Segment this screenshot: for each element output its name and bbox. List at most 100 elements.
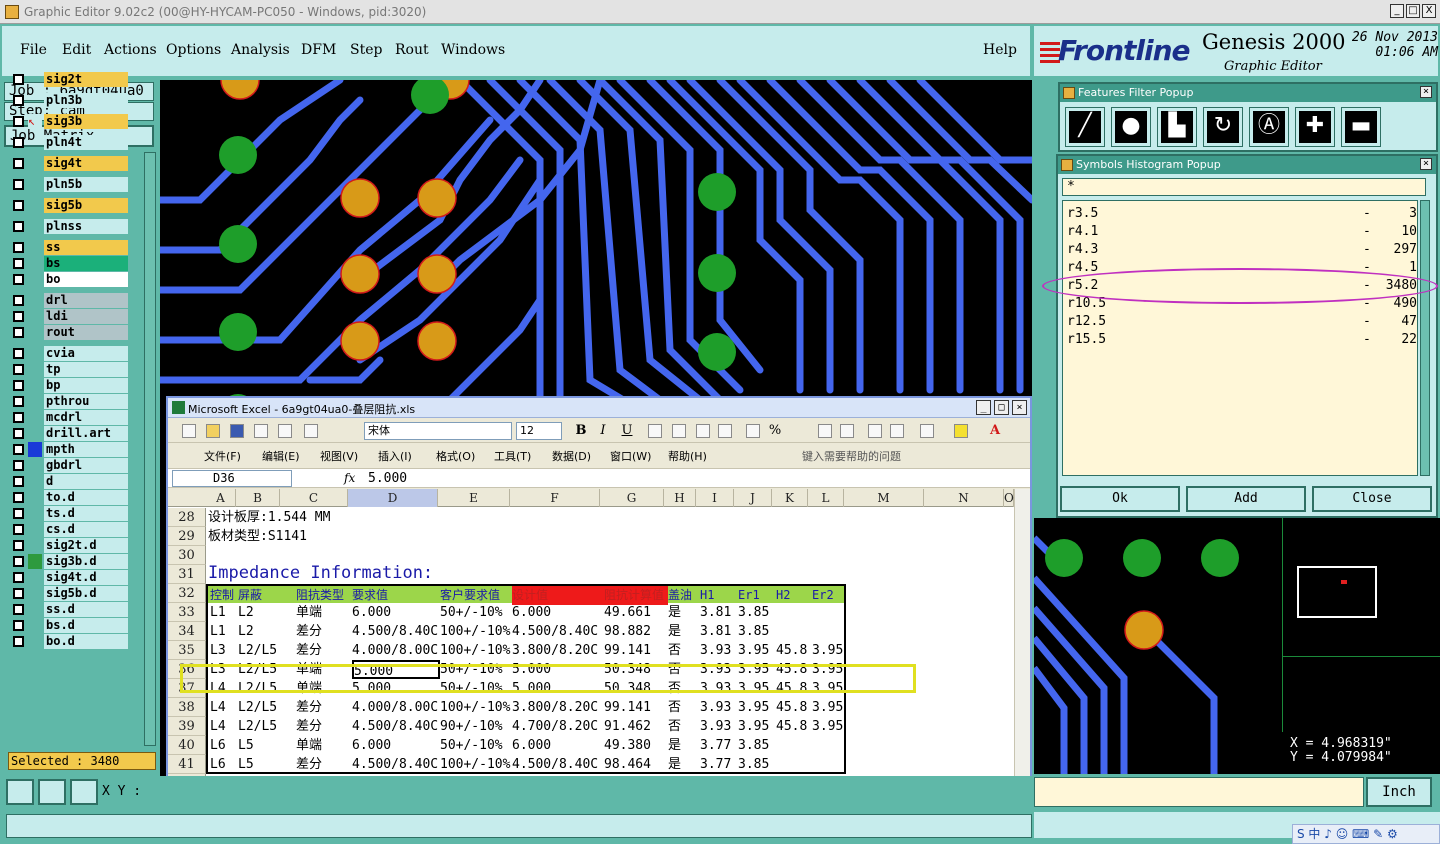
table-cell[interactable] (776, 755, 812, 774)
table-cell[interactable]: 50+/-10% (440, 736, 512, 755)
new-icon[interactable] (182, 424, 196, 438)
fill-color-icon[interactable] (954, 424, 968, 438)
table-cell[interactable]: 98.882 (604, 622, 668, 641)
table-cell[interactable]: 是 (668, 603, 700, 622)
table-cell[interactable]: 45.8 (776, 717, 812, 736)
table-cell[interactable]: 6.000 (352, 603, 440, 622)
table-cell[interactable]: 3.85 (738, 755, 776, 774)
table-cell[interactable]: 4.000/8.00C (352, 641, 440, 660)
borders-icon[interactable] (920, 424, 934, 438)
layer-checkbox[interactable] (13, 158, 24, 169)
layer-checkbox[interactable] (13, 258, 24, 269)
text-tool-icon[interactable]: Ⓐ (1249, 107, 1289, 147)
percent-button[interactable]: % (766, 423, 784, 438)
layer-checkbox[interactable] (13, 116, 24, 127)
column-header[interactable]: O (1004, 489, 1014, 507)
layer-name[interactable]: ldi (44, 309, 128, 324)
table-cell[interactable]: 3.95 (812, 641, 848, 660)
fx-icon[interactable]: fx (344, 471, 355, 485)
layer-row[interactable]: ldi (10, 309, 128, 324)
table-cell[interactable]: 3.95 (738, 641, 776, 660)
column-header[interactable]: C (280, 489, 348, 507)
layer-checkbox[interactable] (13, 540, 24, 551)
permission-icon[interactable] (254, 424, 268, 438)
layer-row[interactable]: sig3b.d (10, 554, 128, 569)
layer-name[interactable]: bs.d (44, 618, 128, 633)
layer-row[interactable]: sig5b.d (10, 586, 128, 601)
layer-name[interactable]: pthrou (44, 394, 128, 409)
email-icon[interactable] (278, 424, 292, 438)
graphic-canvas-right[interactable] (1034, 518, 1282, 774)
excel-maximize[interactable]: □ (994, 400, 1009, 415)
layer-name[interactable]: drill.art (44, 426, 128, 441)
table-cell[interactable]: 3.800/8.20C (512, 641, 604, 660)
layer-color-swatch[interactable] (28, 198, 42, 213)
column-header[interactable]: L (808, 489, 844, 507)
layer-color-swatch[interactable] (28, 554, 42, 569)
table-cell[interactable]: 单端 (296, 736, 352, 755)
layer-checkbox[interactable] (13, 476, 24, 487)
layer-name[interactable]: tp (44, 362, 128, 377)
table-cell[interactable]: 99.141 (604, 641, 668, 660)
layer-name[interactable]: bo.d (44, 634, 128, 649)
histogram-scrollbar[interactable] (1420, 200, 1430, 476)
font-size-select[interactable]: 12 (516, 422, 562, 440)
layer-color-swatch[interactable] (28, 272, 42, 287)
layer-row[interactable]: sig4t (10, 156, 128, 171)
table-cell[interactable]: 49.661 (604, 603, 668, 622)
units-selector[interactable]: Inch (1366, 777, 1432, 807)
layer-checkbox[interactable] (13, 364, 24, 375)
histogram-close-x[interactable]: × (1420, 158, 1432, 170)
layer-checkbox[interactable] (13, 74, 24, 85)
layer-checkbox[interactable] (13, 444, 24, 455)
save-icon[interactable] (230, 424, 244, 438)
table-cell[interactable] (812, 755, 848, 774)
table-cell[interactable]: 否 (668, 641, 700, 660)
layer-name[interactable]: ss.d (44, 602, 128, 617)
layer-checkbox[interactable] (13, 137, 24, 148)
layer-row[interactable]: sig2t.d (10, 538, 128, 553)
row-header[interactable]: 28 (168, 508, 206, 527)
histogram-list[interactable]: r3.5-3 r4.1-10 r4.3-297 r4.5-1 r5.2-3480 r10.… (1062, 200, 1418, 476)
align-left-icon[interactable] (648, 424, 662, 438)
excel-menu-file[interactable]: 文件(F) (204, 448, 241, 464)
input-method-tray[interactable]: S 中 ♪ ☺ ⌨ ✎ ⚙ (1292, 824, 1440, 844)
layer-name[interactable]: bs (44, 256, 128, 271)
excel-menu-insert[interactable]: 插入(I) (378, 448, 412, 464)
layer-color-swatch[interactable] (28, 93, 42, 108)
table-cell[interactable]: 差分 (296, 698, 352, 717)
currency-icon[interactable] (746, 424, 760, 438)
layer-row[interactable]: pthrou (10, 394, 128, 409)
layer-name[interactable]: cvia (44, 346, 128, 361)
layer-row[interactable]: to.d (10, 490, 128, 505)
print-icon[interactable] (304, 424, 318, 438)
excel-menu-format[interactable]: 格式(O) (436, 448, 475, 464)
menu-windows[interactable]: Windows (441, 42, 505, 58)
table-cell[interactable]: L5 (238, 736, 296, 755)
layer-checkbox[interactable] (13, 242, 24, 253)
table-cell[interactable]: 3.81 (700, 603, 738, 622)
layer-color-swatch[interactable] (28, 458, 42, 473)
table-cell[interactable]: 单端 (296, 603, 352, 622)
negative-polarity-icon[interactable]: ▬ (1341, 107, 1381, 147)
layer-row[interactable]: d (10, 474, 128, 489)
layer-checkbox[interactable] (13, 524, 24, 535)
menu-dfm[interactable]: DFM (301, 42, 336, 58)
table-cell[interactable]: 4.700/8.20C (512, 717, 604, 736)
table-cell[interactable]: 设计板厚:1.544 MM (208, 508, 808, 527)
layer-checkbox[interactable] (13, 295, 24, 306)
table-cell[interactable]: 6.000 (512, 603, 604, 622)
layer-name[interactable]: sig3b.d (44, 554, 128, 569)
layer-checkbox[interactable] (13, 588, 24, 599)
layer-name[interactable]: sig2t.d (44, 538, 128, 553)
menu-actions[interactable]: Actions (104, 42, 157, 58)
layer-checkbox[interactable] (13, 556, 24, 567)
italic-button[interactable]: I (594, 423, 612, 438)
table-cell[interactable]: L2 (238, 603, 296, 622)
excel-menu-help[interactable]: 帮助(H) (668, 448, 707, 464)
zoom-tool-icon[interactable] (6, 779, 34, 805)
column-header[interactable]: E (438, 489, 510, 507)
layer-row[interactable]: pln3b (10, 93, 128, 108)
increase-indent-icon[interactable] (890, 424, 904, 438)
layer-row[interactable]: mpth (10, 442, 128, 457)
